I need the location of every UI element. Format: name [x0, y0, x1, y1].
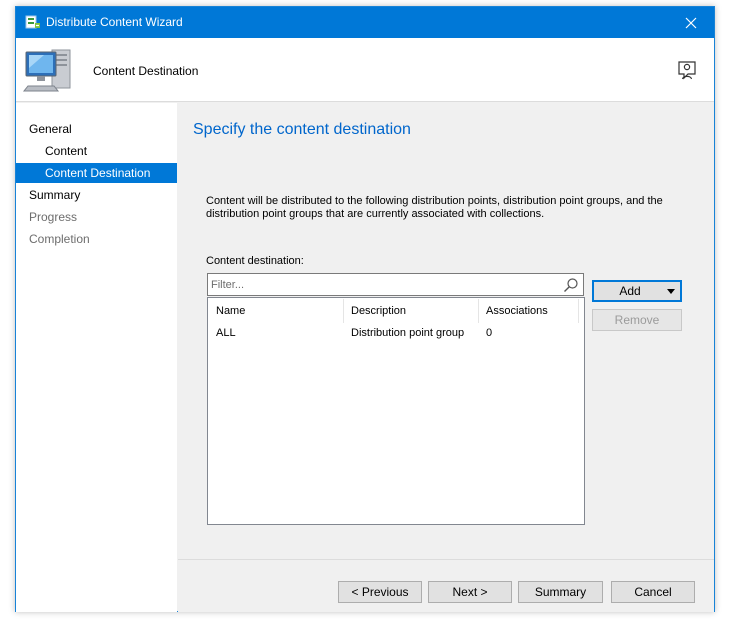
- help-icon[interactable]: [676, 60, 698, 82]
- cell-name: ALL: [216, 327, 236, 339]
- computer-icon: [22, 49, 71, 92]
- remove-button-label: Remove: [614, 313, 660, 327]
- filter-box: [207, 273, 584, 296]
- page-title: Specify the content destination: [193, 121, 411, 138]
- nav-item-progress: Progress: [29, 210, 78, 224]
- nav-item-general[interactable]: General: [16, 119, 177, 139]
- nav-item-completion: Completion: [29, 232, 90, 246]
- nav-item-content-destination[interactable]: Content Destination: [16, 163, 177, 183]
- add-button[interactable]: Add: [592, 280, 682, 302]
- cancel-button[interactable]: Cancel: [611, 581, 695, 603]
- close-icon: [685, 17, 697, 28]
- cancel-button-label: Cancel: [634, 585, 672, 599]
- description-text: Content will be distributed to the follo…: [206, 195, 663, 220]
- cell-associations: 0: [486, 327, 493, 339]
- nav-item-content[interactable]: Content: [16, 141, 177, 161]
- window-title: Distribute Content Wizard: [46, 15, 183, 29]
- title-bar: Distribute Content Wizard: [16, 7, 714, 38]
- filter-input[interactable]: [211, 277, 551, 293]
- table-row[interactable]: ALL Distribution point group 0: [209, 323, 584, 343]
- summary-button-label: Summary: [534, 585, 587, 599]
- destination-list[interactable]: Name Description Associations ALL Distri…: [207, 297, 585, 525]
- wizard-app-icon: [25, 15, 40, 29]
- dropdown-arrow-icon: [667, 289, 675, 294]
- header-title: Content Destination: [93, 64, 199, 78]
- wizard-window: Distribute Content Wizard Content Destin…: [15, 6, 715, 612]
- column-header-associations[interactable]: Associations: [479, 299, 579, 323]
- column-header-name[interactable]: Name: [209, 299, 344, 323]
- next-button-label: Next >: [452, 585, 488, 599]
- previous-button[interactable]: < Previous: [338, 581, 422, 603]
- remove-button: Remove: [592, 309, 682, 331]
- content-destination-label: Content destination:: [206, 255, 304, 267]
- summary-button[interactable]: Summary: [518, 581, 603, 603]
- add-button-label: Add: [619, 284, 641, 298]
- column-header-description[interactable]: Description: [344, 299, 479, 323]
- close-button[interactable]: [668, 7, 714, 38]
- next-button[interactable]: Next >: [428, 581, 512, 603]
- footer-divider: [178, 559, 714, 560]
- previous-button-label: < Previous: [351, 585, 409, 599]
- nav-item-summary[interactable]: Summary: [16, 185, 177, 205]
- search-icon[interactable]: [563, 277, 579, 293]
- cell-description: Distribution point group: [351, 327, 465, 339]
- wizard-nav: General Content Content Destination Summ…: [16, 103, 177, 612]
- wizard-header: Content Destination: [16, 38, 714, 102]
- wizard-content: Specify the content destination Content …: [178, 103, 714, 612]
